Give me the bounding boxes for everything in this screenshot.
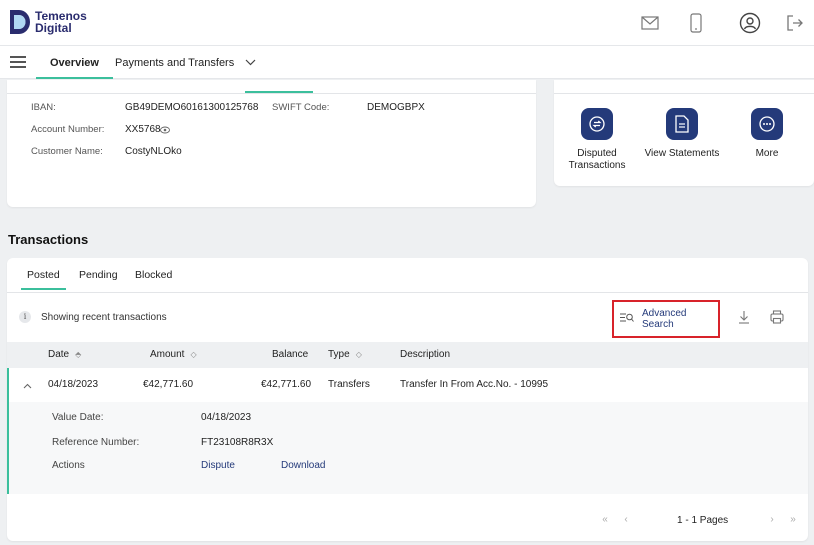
column-amount: Amount ◇ — [150, 349, 197, 360]
sort-icon[interactable]: ◇ — [356, 350, 362, 359]
row-amount: €42,771.60 — [143, 379, 194, 390]
column-type-label: Type — [328, 349, 350, 360]
account-number-label: Account Number: — [31, 124, 105, 135]
customer-name-value: CostyNLOko — [125, 146, 182, 157]
filter-search-icon — [620, 313, 634, 326]
eye-icon[interactable] — [160, 125, 170, 137]
dispute-link[interactable]: Dispute — [201, 460, 235, 471]
column-date: Date ⬘ — [48, 349, 81, 360]
column-date-label: Date — [48, 349, 70, 360]
transactions-card: Posted Pending Blocked i Showing recent … — [7, 258, 808, 541]
tabs-divider — [7, 292, 808, 293]
profile-icon[interactable] — [737, 10, 763, 36]
row-type: Transfers — [328, 379, 370, 390]
quick-actions-divider — [554, 93, 814, 94]
column-type: Type ◇ — [328, 349, 362, 360]
swift-label: SWIFT Code: — [272, 102, 330, 113]
mail-icon[interactable] — [637, 10, 663, 36]
row-details: Value Date: 04/18/2023 Reference Number:… — [7, 402, 808, 494]
reference-number-label: Reference Number: — [52, 437, 140, 448]
print-icon[interactable] — [769, 309, 785, 325]
table-row[interactable]: 04/18/2023 €42,771.60 €42,771.60 Transfe… — [7, 368, 808, 402]
logo-line-2: Digital — [35, 21, 72, 35]
tab-blocked[interactable]: Blocked — [135, 269, 172, 281]
sort-icon[interactable]: ◇ — [190, 350, 196, 359]
more-label: More — [755, 148, 779, 159]
app-header: Temenos Digital — [0, 0, 814, 46]
view-statements-label: View Statements — [644, 148, 720, 159]
iban-value: GB49DEMO60161300125768 — [125, 102, 259, 113]
disputed-transactions-button[interactable]: Disputed Transactions — [557, 108, 637, 172]
more-icon — [751, 108, 783, 140]
view-statements-button[interactable]: View Statements — [642, 108, 722, 160]
statement-icon — [666, 108, 698, 140]
quick-actions-card: Disputed Transactions View Statements Mo… — [554, 80, 814, 186]
download-icon[interactable] — [736, 309, 752, 325]
card-tab-divider — [7, 93, 536, 94]
temenos-logo[interactable]: Temenos Digital — [8, 8, 87, 36]
tab-posted[interactable]: Posted — [21, 269, 66, 290]
logout-icon[interactable] — [782, 10, 808, 36]
logo-text: Temenos Digital — [35, 10, 87, 34]
dispute-icon — [581, 108, 613, 140]
tab-overview[interactable]: Overview — [36, 46, 113, 79]
main-nav: Overview Payments and Transfers — [0, 46, 814, 79]
first-page-icon[interactable]: « — [597, 513, 613, 529]
menu-icon[interactable] — [10, 56, 26, 68]
transactions-title: Transactions — [8, 232, 89, 247]
swift-value: DEMOGBPX — [367, 102, 425, 113]
last-page-icon[interactable]: » — [785, 513, 801, 529]
more-button[interactable]: More — [727, 108, 807, 160]
column-description: Description — [400, 349, 451, 360]
advanced-search-label: Advanced Search — [642, 308, 687, 330]
iban-label: IBAN: — [31, 102, 56, 113]
row-description: Transfer In From Acc.No. - 10995 — [400, 379, 549, 390]
pagination-text: 1 - 1 Pages — [677, 515, 729, 526]
actions-label: Actions — [52, 460, 85, 471]
value-date-label: Value Date: — [52, 412, 104, 423]
next-page-icon[interactable]: › — [764, 513, 780, 529]
info-icon: i — [19, 311, 31, 323]
tab-pending[interactable]: Pending — [79, 269, 118, 281]
chevron-up-icon[interactable] — [23, 380, 32, 392]
tab-payments-and-transfers[interactable]: Payments and Transfers — [115, 46, 256, 79]
tab-payments-label: Payments and Transfers — [115, 57, 235, 69]
advanced-search-button[interactable]: Advanced Search — [612, 300, 720, 338]
account-details-card: IBAN: GB49DEMO60161300125768 SWIFT Code:… — [7, 80, 536, 207]
column-balance: Balance — [272, 349, 309, 360]
download-link[interactable]: Download — [281, 460, 325, 471]
info-text: Showing recent transactions — [41, 312, 167, 323]
customer-name-label: Customer Name: — [31, 146, 103, 157]
reference-number: FT23108R8R3X — [201, 437, 274, 448]
logo-mark-icon — [8, 8, 32, 36]
prev-page-icon[interactable]: ‹ — [618, 513, 634, 529]
table-header: Date ⬘ Amount ◇ Balance Type ◇ Description — [7, 342, 808, 368]
sort-icon[interactable]: ⬘ — [75, 350, 81, 359]
row-balance: €42,771.60 — [261, 379, 312, 390]
row-date: 04/18/2023 — [48, 379, 99, 390]
value-date: 04/18/2023 — [201, 412, 252, 423]
chevron-down-icon — [245, 46, 256, 80]
mobile-icon[interactable] — [683, 10, 709, 36]
disputed-transactions-label: Disputed Transactions — [568, 148, 626, 171]
column-amount-label: Amount — [150, 349, 185, 360]
account-number-value: XX5768 — [125, 124, 161, 135]
card-tab-accent — [245, 91, 313, 93]
